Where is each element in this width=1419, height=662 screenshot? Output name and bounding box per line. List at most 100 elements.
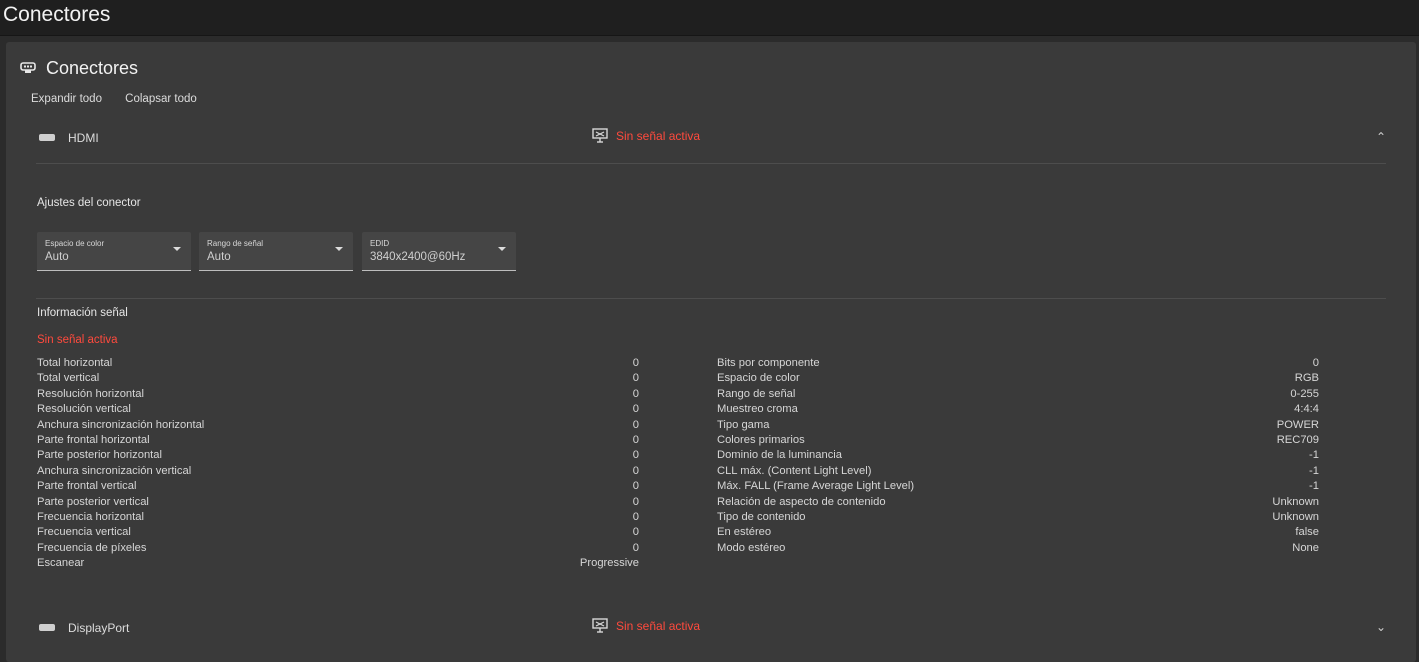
expand-collapse-actions: Expandir todo Colapsar todo [31,93,217,105]
signal-info-label: Total horizontal [37,357,113,369]
signal-info-row: Parte frontal horizontal 0 [37,434,639,449]
signal-info-value: 0 [632,449,639,462]
signal-info-row: Anchura sincronización vertical 0 [37,465,639,480]
signal-info-label: Tipo gama [717,418,770,431]
signal-info-row: Parte posterior horizontal 0 [37,449,639,464]
signal-info-row: Frecuencia vertical 0 [37,526,639,541]
signal-info-label: Resolución vertical [37,403,131,416]
settings-title: Ajustes del conector [37,197,141,209]
signal-info-row: Tipo gama POWER [717,419,1319,434]
signal-info-label: Parte frontal horizontal [37,433,150,446]
signal-info-row: Resolución vertical 0 [37,403,639,418]
status-text: Sin señal activa [616,129,701,143]
signal-info-value: None [1292,541,1319,554]
signal-info-label: Frecuencia vertical [37,526,131,539]
divider [36,163,1386,164]
signal-info-title: Información señal [37,307,128,319]
signal-info-label: En estéreo [717,526,772,539]
signal-info-label: Rango de señal [717,387,796,400]
dropdown-arrow-icon [173,247,181,251]
signal-info-label: Espacio de color [717,372,800,385]
signal-info-value: 0 [632,357,639,369]
signal-info-left-column: Total horizontal 0 Total vertical 0 Resoluci… [37,357,639,572]
select-label: Rango de señal [207,239,264,248]
connector-icon [20,62,36,73]
signal-info-row: Bits por componente 0 [717,357,1319,372]
signal-info-row: Muestreo croma 4:4:4 [717,403,1319,418]
signal-info-label: Dominio de la luminancia [717,449,842,462]
signal-info-row: Colores primarios REC709 [717,434,1319,449]
signal-info-row: Total vertical 0 [37,372,639,387]
signal-info-value: 0 [632,510,639,523]
signal-info-row: Parte posterior vertical 0 [37,496,639,511]
signal-info-label: Muestreo croma [717,403,798,416]
signal-info-value: Unknown [1272,510,1319,523]
signal-info-label: Frecuencia de píxeles [37,541,147,554]
signal-info-status: Sin señal activa [37,334,118,346]
signal-info-value: false [1295,526,1319,539]
signal-info-label: Anchura sincronización horizontal [37,418,205,431]
select-value: Auto [45,251,69,263]
signal-info-value: 0 [632,480,639,493]
signal-info-row: CLL máx. (Content Light Level) -1 [717,465,1319,480]
dropdown-arrow-icon [335,247,343,251]
signal-info-row: Total horizontal 0 [37,357,639,372]
collapse-all-button[interactable]: Colapsar todo [125,93,197,105]
signal-info-value: Unknown [1272,495,1319,508]
signal-info-value: -1 [1309,449,1319,462]
signal-info-row: Modo estéreo None [717,542,1319,557]
signal-info-value: RGB [1294,372,1319,385]
connector-name: HDMI [68,131,99,145]
chevron-down-icon[interactable]: ⌄ [1376,620,1386,634]
card-header: Conectores [20,56,138,80]
signal-info-label: Bits por componente [717,357,820,369]
signal-info-label: Tipo de contenido [717,510,806,523]
signal-info-value: 4:4:4 [1294,403,1319,416]
signal-info-value: 0 [632,541,639,554]
window-titlebar: Conectores [0,0,1419,36]
signal-info-label: CLL máx. (Content Light Level) [717,464,872,477]
signal-info-value: 0 [632,387,639,400]
signal-info-label: Anchura sincronización vertical [37,464,192,477]
signal-info-row: Rango de señal 0-255 [717,388,1319,403]
connectors-card: Conectores Expandir todo Colapsar todo H… [6,42,1416,662]
signal-info-value: 0 [1312,357,1319,369]
signal-info-label: Máx. FALL (Frame Average Light Level) [717,480,915,493]
signal-info-row: Escanear Progressive [37,557,639,572]
chevron-up-icon[interactable]: ⌃ [1376,130,1386,144]
connector-status: Sin señal activa [592,128,700,144]
signal-info-row: Anchura sincronización horizontal 0 [37,419,639,434]
connector-name: DisplayPort [68,621,130,635]
signal-info-value: 0 [632,526,639,539]
signal-info-row: Espacio de color RGB [717,372,1319,387]
signal-info-value: 0-255 [1290,387,1319,400]
displayport-port-icon [39,624,55,631]
signal-info-row: Tipo de contenido Unknown [717,511,1319,526]
signal-info-value: 0 [632,418,639,431]
signal-info-value: REC709 [1276,433,1319,446]
signal-info-row: En estéreo false [717,526,1319,541]
select-label: EDID [370,239,390,248]
signal-info-value: 0 [632,403,639,416]
signal-range-select[interactable]: Rango de señal Auto [199,232,353,271]
signal-info-label: Parte frontal vertical [37,480,137,493]
signal-info-row: Parte frontal vertical 0 [37,480,639,495]
select-label: Espacio de color [45,239,105,248]
window-title: Conectores [3,3,111,26]
signal-info-label: Escanear [37,557,85,570]
connector-row-displayport[interactable]: DisplayPort Sin señal activa ⌄ [36,616,1386,642]
status-text: Sin señal activa [616,619,701,633]
signal-info-value: 0 [632,464,639,477]
signal-info-label: Parte posterior vertical [37,495,149,508]
signal-info-value: -1 [1309,480,1319,493]
select-value: Auto [207,251,231,263]
connector-row-hdmi[interactable]: HDMI Sin señal activa ⌃ [36,126,1386,152]
color-space-select[interactable]: Espacio de color Auto [37,232,191,271]
signal-info-row: Frecuencia horizontal 0 [37,511,639,526]
edid-select[interactable]: EDID 3840x2400@60Hz [362,232,516,271]
expand-all-button[interactable]: Expandir todo [31,93,102,105]
signal-info-row: Frecuencia de píxeles 0 [37,542,639,557]
connector-status: Sin señal activa [592,618,700,634]
signal-info-label: Total vertical [37,372,100,385]
signal-info-row: Relación de aspecto de contenido Unknown [717,496,1319,511]
